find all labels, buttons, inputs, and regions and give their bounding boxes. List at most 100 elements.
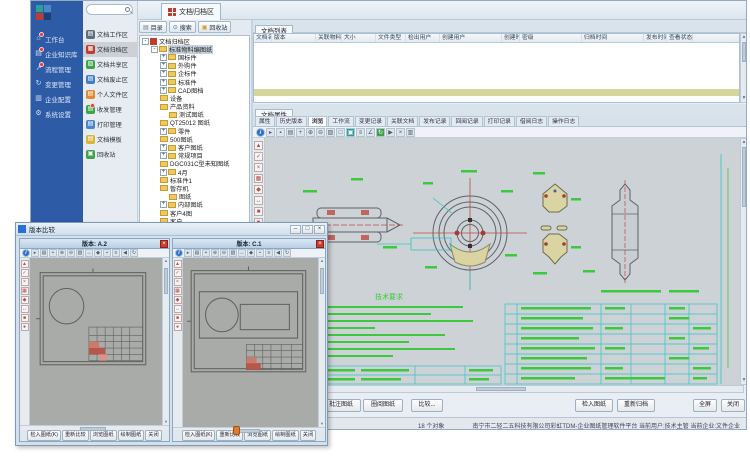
expander-icon[interactable]: + [160, 87, 167, 94]
markup-arrow-icon[interactable]: ▲ [21, 260, 29, 268]
highlight-icon[interactable]: ◆ [21, 296, 29, 304]
column-header[interactable]: 查看状态 [667, 34, 693, 42]
maximize-button[interactable]: □ [302, 225, 313, 234]
close-view-icon[interactable]: × [396, 128, 405, 137]
expander-icon[interactable]: + [160, 169, 167, 176]
tree-item[interactable]: DGC031C型未知图纸 [140, 160, 249, 168]
pan-icon[interactable]: + [296, 128, 305, 137]
recycle-button[interactable]: ▣ 回收站 [198, 21, 232, 33]
nav-item[interactable]: ⚙ 系统设置 [31, 106, 83, 121]
pane-canvas-right[interactable] [183, 258, 318, 427]
expander-icon[interactable]: + [160, 128, 167, 135]
column-header[interactable]: 检出用户 [406, 34, 440, 42]
highlight-icon[interactable]: ◆ [174, 296, 182, 304]
doc-props-tab[interactable]: 发布记录 [419, 116, 450, 126]
draw-button[interactable]: 绘制图纸 [272, 430, 299, 441]
zoom-window-icon[interactable]: ▧ [326, 128, 335, 137]
close-button[interactable]: 关闭 [300, 430, 316, 441]
tree-item[interactable]: + 零件 [140, 127, 249, 135]
CW22070605.dwg[interactable]: CW22070605.dwg A.2 76 KB dwg 电 循 2022-07… [254, 43, 740, 51]
B01-03AA 冲心器刀.DWG[interactable]: B01-03AA 冲心器刀.DWG A.1 257 KB DWG 刘露 2019… [254, 89, 740, 97]
rect-markup-icon[interactable]: ■ [174, 314, 182, 322]
dot-markup-icon[interactable]: ● [21, 323, 29, 331]
nav-item[interactable]: ⌂ 工作台 [31, 31, 83, 46]
info-icon[interactable]: i [175, 249, 183, 257]
column-header[interactable]: 密级 [520, 34, 582, 42]
expander-icon[interactable]: + [160, 144, 167, 151]
cad-paper[interactable]: 技术要求 [265, 138, 740, 385]
close-pane-icon[interactable]: × [160, 240, 168, 248]
viewer-vscrollbar[interactable]: ▲▼ [740, 138, 747, 385]
highlight-icon[interactable]: ◆ [94, 249, 102, 257]
checkin-button[interactable]: 检入图纸(K) [27, 430, 61, 441]
rotate-icon[interactable]: ↻ [130, 249, 138, 257]
expander-icon[interactable]: + [160, 62, 167, 69]
doc-props-tab[interactable]: 浏览 [308, 116, 328, 126]
expander-icon[interactable]: - [151, 46, 158, 53]
tree-item[interactable]: 标准件1 [140, 176, 249, 184]
nav-item[interactable]: ▥ 企业配置 [31, 91, 83, 106]
recompare-button[interactable]: 重新比较 [62, 430, 89, 441]
move-icon[interactable]: ↔ [238, 249, 246, 257]
approve-icon[interactable]: ✓ [254, 152, 263, 161]
reject-icon[interactable]: × [174, 278, 182, 286]
tree-item[interactable]: + 4月 [140, 168, 249, 176]
doc-area-item[interactable]: ▤ 打印管理 [83, 117, 138, 132]
doc-props-tab[interactable]: 属性 [255, 116, 275, 126]
CW22070705.dwg[interactable]: CW22070705.dwg A.1 85 KB dwg 电 循 2022-07… [254, 51, 740, 59]
full-extent-icon[interactable]: ▣ [346, 128, 355, 137]
move-icon[interactable]: ↔ [85, 249, 93, 257]
layers-icon[interactable]: ≡ [265, 249, 273, 257]
doc-area-item[interactable]: ▤ 收发管理 [83, 102, 138, 117]
doc-area-item[interactable]: ▦ 文档归档区 [83, 42, 138, 57]
expander-icon[interactable]: + [160, 152, 167, 159]
open-icon[interactable]: ▸ [184, 249, 192, 257]
column-header[interactable]: 大小 [342, 34, 376, 42]
info-icon[interactable]: i [22, 249, 30, 257]
close-button[interactable]: × [314, 225, 325, 234]
move-icon[interactable]: ↔ [254, 196, 263, 205]
EF-01-03垫子夹机.dwg[interactable]: EF-01-03垫子夹机.dwg B.1 870 KB dwg al.lan 2… [254, 96, 740, 103]
zoom-out-icon[interactable]: ⊖ [220, 249, 228, 257]
column-header[interactable]: 文件类型 [376, 34, 406, 42]
print-icon[interactable]: ▤ [286, 128, 295, 137]
save-icon[interactable]: ▪ [103, 249, 111, 257]
measure-icon[interactable]: ∠ [366, 128, 375, 137]
close-button[interactable]: 关闭 [145, 430, 161, 441]
open-icon[interactable]: ▸ [266, 128, 275, 137]
rearchive-button[interactable]: 重新归档 [617, 399, 655, 412]
CW22070602L.dwg[interactable]: CW22070602L.dwg A.1 74 KB dwg xia lian 2… [254, 81, 740, 89]
doc-area-item[interactable]: ▤ 文档工作区 [83, 27, 138, 42]
checkin-button[interactable]: 检入图纸 [575, 399, 613, 412]
stamp-icon[interactable]: ▦ [254, 174, 263, 183]
approve-icon[interactable]: ✓ [174, 269, 182, 277]
zoom-out-icon[interactable]: ⊖ [316, 128, 325, 137]
fit-icon[interactable]: □ [336, 128, 345, 137]
markup-arrow-icon[interactable]: ▲ [174, 260, 182, 268]
doc-props-tab[interactable]: 工作流 [328, 116, 353, 126]
stamp-icon[interactable]: ▦ [174, 287, 182, 295]
doc-props-tab[interactable]: 变更记录 [355, 116, 386, 126]
column-header[interactable]: 创建用户 [440, 34, 502, 42]
doc-area-item[interactable]: ▣ 回收站 [83, 147, 138, 162]
pane-canvas-left[interactable] [30, 258, 162, 425]
pane-vscrollbar[interactable]: ▲▼ [162, 258, 169, 425]
compare-icon[interactable]: ▥ [406, 128, 415, 137]
column-header[interactable]: 版本 [272, 34, 316, 42]
nav-item[interactable]: ▤ 企业知识库 [31, 46, 83, 61]
back-icon[interactable]: ◀ [121, 249, 129, 257]
nav-item[interactable]: ↗ 流程管理 [31, 61, 83, 76]
expander-icon[interactable]: + [160, 54, 167, 61]
column-header[interactable]: 发布时间 [644, 34, 667, 42]
zoom-out-icon[interactable]: ⊖ [67, 249, 75, 257]
viewer-hscrollbar[interactable] [265, 385, 744, 393]
save-icon[interactable]: ▪ [276, 128, 285, 137]
expander-icon[interactable]: + [160, 79, 167, 86]
reject-icon[interactable]: × [254, 163, 263, 172]
compare-titlebar[interactable]: 版本比较 –□× [16, 223, 327, 236]
minimize-button[interactable]: – [290, 225, 301, 234]
zoom-in-icon[interactable]: ⊕ [306, 128, 315, 137]
home-button[interactable]: ▤ 目录 [139, 21, 167, 33]
approve-icon[interactable]: ✓ [21, 269, 29, 277]
pan-icon[interactable]: + [49, 249, 57, 257]
